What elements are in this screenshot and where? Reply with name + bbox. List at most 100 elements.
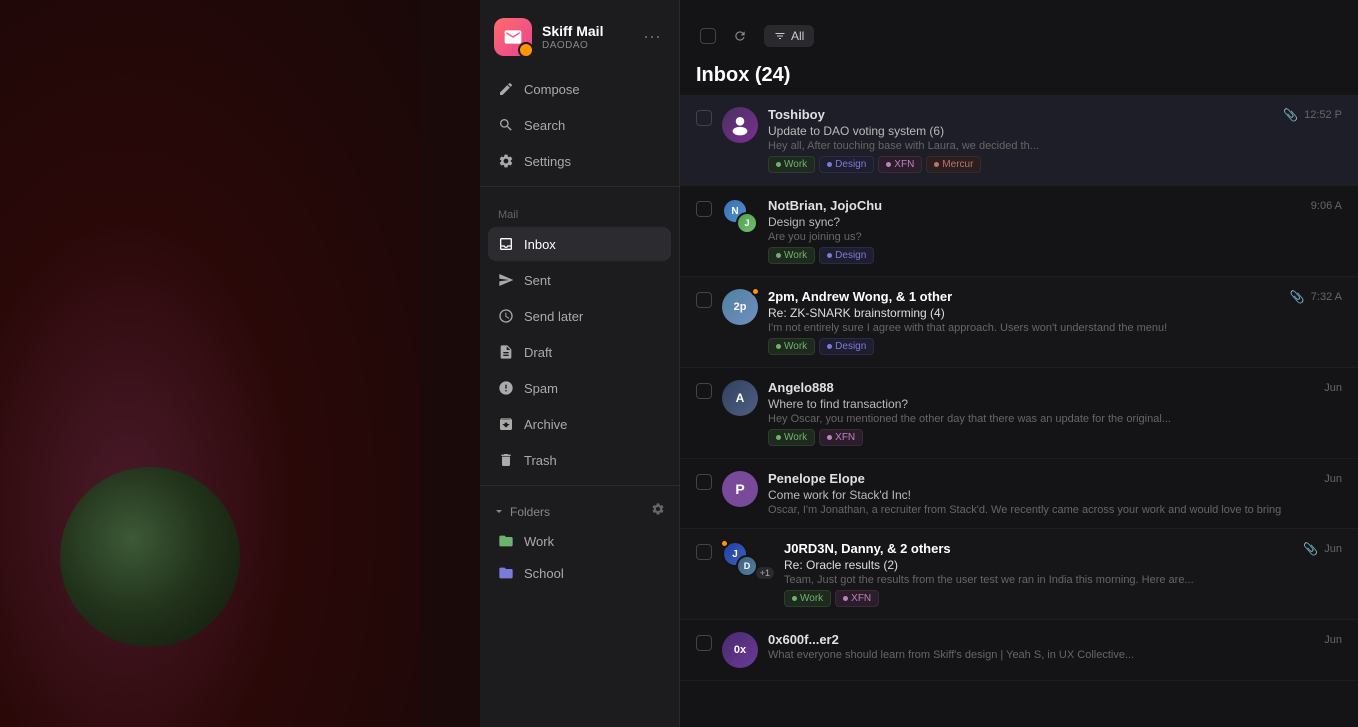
tag-work: Work [768, 429, 815, 446]
nav-sent[interactable]: Sent [488, 263, 671, 297]
tag-design: Design [819, 247, 874, 264]
nav-settings[interactable]: Settings [488, 144, 671, 178]
avatar: A [722, 380, 758, 416]
tag-design: Design [819, 338, 874, 355]
email-top: Toshiboy 📎 12:52 P [768, 107, 1342, 122]
email-tags: Work Design [768, 247, 1342, 264]
email-meta: Jun [1324, 382, 1342, 394]
email-body: Toshiboy 📎 12:52 P Update to DAO voting … [768, 107, 1342, 173]
email-sender: 0x600f...er2 [768, 632, 839, 647]
email-row[interactable]: 0x 0x600f...er2 Jun What everyone should… [680, 620, 1358, 681]
email-checkbox[interactable] [696, 201, 712, 217]
divider-2 [480, 485, 679, 486]
email-sender: Toshiboy [768, 107, 825, 122]
email-tags: Work XFN [768, 429, 1342, 446]
avatar-wrap: N J [722, 198, 758, 234]
unread-dot [751, 287, 760, 296]
email-time: 12:52 P [1304, 109, 1342, 121]
filter-icon [774, 30, 786, 42]
email-checkbox[interactable] [696, 474, 712, 490]
refresh-button[interactable] [726, 22, 754, 50]
email-tags: Work Design [768, 338, 1342, 355]
email-row[interactable]: J D +1 J0RD3N, Danny, & 2 others 📎 Jun [680, 529, 1358, 620]
nav-archive[interactable]: Archive [488, 407, 671, 441]
email-meta: Jun [1324, 473, 1342, 485]
chevron-down-icon [494, 507, 504, 517]
email-top: 2pm, Andrew Wong, & 1 other 📎 7:32 A [768, 289, 1342, 304]
folder-school[interactable]: School [480, 557, 679, 589]
app-icon [494, 18, 532, 56]
email-preview: Hey Oscar, you mentioned the other day t… [768, 413, 1342, 425]
tag-work: Work [768, 156, 815, 173]
filter-button[interactable]: All [764, 25, 814, 47]
email-row[interactable]: N J NotBrian, JojoChu 9:06 A Design sync… [680, 186, 1358, 277]
email-sender: NotBrian, JojoChu [768, 198, 882, 213]
nav-spam[interactable]: Spam [488, 371, 671, 405]
sidebar-menu-button[interactable]: ⋯ [639, 23, 665, 52]
email-checkbox[interactable] [696, 292, 712, 308]
search-label: Search [524, 118, 565, 133]
folder-work-icon [498, 533, 514, 549]
email-meta: 📎 7:32 A [1290, 290, 1342, 304]
email-row[interactable]: A Angelo888 Jun Where to find transactio… [680, 368, 1358, 459]
email-tags: Work Design XFN Mercur [768, 156, 1342, 173]
email-body: NotBrian, JojoChu 9:06 A Design sync? Ar… [768, 198, 1342, 264]
spam-icon [498, 380, 514, 396]
email-row[interactable]: P Penelope Elope Jun Come work for Stack… [680, 459, 1358, 529]
email-time: Jun [1324, 543, 1342, 555]
email-time: Jun [1324, 382, 1342, 394]
nav-send-later[interactable]: Send later [488, 299, 671, 333]
extra-count: +1 [756, 567, 774, 579]
email-subject: Re: ZK-SNARK brainstorming (4) [768, 306, 1342, 320]
email-preview: Are you joining us? [768, 231, 1342, 243]
email-sender: Penelope Elope [768, 471, 865, 486]
folder-school-icon [498, 565, 514, 581]
avatar: 0x [722, 632, 758, 668]
email-checkbox[interactable] [696, 635, 712, 651]
email-checkbox[interactable] [696, 544, 712, 560]
email-preview: Hey all, After touching base with Laura,… [768, 140, 1342, 152]
email-preview: Oscar, I'm Jonathan, a recruiter from St… [768, 504, 1342, 516]
email-row[interactable]: 2p 2pm, Andrew Wong, & 1 other 📎 7:32 A … [680, 277, 1358, 368]
nav-compose[interactable]: Compose [488, 72, 671, 106]
email-checkbox[interactable] [696, 383, 712, 399]
inbox-label: Inbox [524, 237, 556, 252]
archive-label: Archive [524, 417, 567, 432]
select-all-checkbox[interactable] [700, 28, 716, 44]
avatar-wrap: J D +1 [722, 541, 758, 577]
email-top: NotBrian, JojoChu 9:06 A [768, 198, 1342, 213]
email-tags: Work XFN [784, 590, 1342, 607]
avatar-wrap: P [722, 471, 758, 507]
folders-settings-button[interactable] [651, 502, 665, 521]
email-checkbox[interactable] [696, 110, 712, 126]
refresh-icon [733, 29, 747, 43]
inbox-page-title: Inbox (24) [696, 64, 790, 87]
nav-search[interactable]: Search [488, 108, 671, 142]
avatar: N J [722, 198, 758, 234]
avatar-wrap: 2p [722, 289, 758, 325]
folder-school-label: School [524, 566, 564, 581]
trash-label: Trash [524, 453, 557, 468]
email-row[interactable]: Toshiboy 📎 12:52 P Update to DAO voting … [680, 95, 1358, 186]
tag-design: Design [819, 156, 874, 173]
email-preview: I'm not entirely sure I agree with that … [768, 322, 1342, 334]
tag-work: Work [768, 247, 815, 264]
send-later-label: Send later [524, 309, 583, 324]
nav-trash[interactable]: Trash [488, 443, 671, 477]
avatar-wrap [722, 107, 758, 143]
nav-draft[interactable]: Draft [488, 335, 671, 369]
email-time: 9:06 A [1311, 200, 1342, 212]
email-subject: Come work for Stack'd Inc! [768, 488, 1342, 502]
top-nav: Compose Search Settings [480, 72, 679, 178]
folders-toggle[interactable]: Folders [494, 505, 550, 519]
spam-label: Spam [524, 381, 558, 396]
email-subject: Re: Oracle results (2) [784, 558, 1342, 572]
unread-dot [720, 539, 729, 548]
mail-section-label: Mail [480, 195, 679, 227]
main-content: All Inbox (24) Inbox (24) Toshiboy [680, 0, 1358, 727]
nav-inbox[interactable]: Inbox [488, 227, 671, 261]
folder-work[interactable]: Work [480, 525, 679, 557]
email-meta: Jun [1324, 634, 1342, 646]
tag-xfn: XFN [835, 590, 879, 607]
trash-icon [498, 452, 514, 468]
